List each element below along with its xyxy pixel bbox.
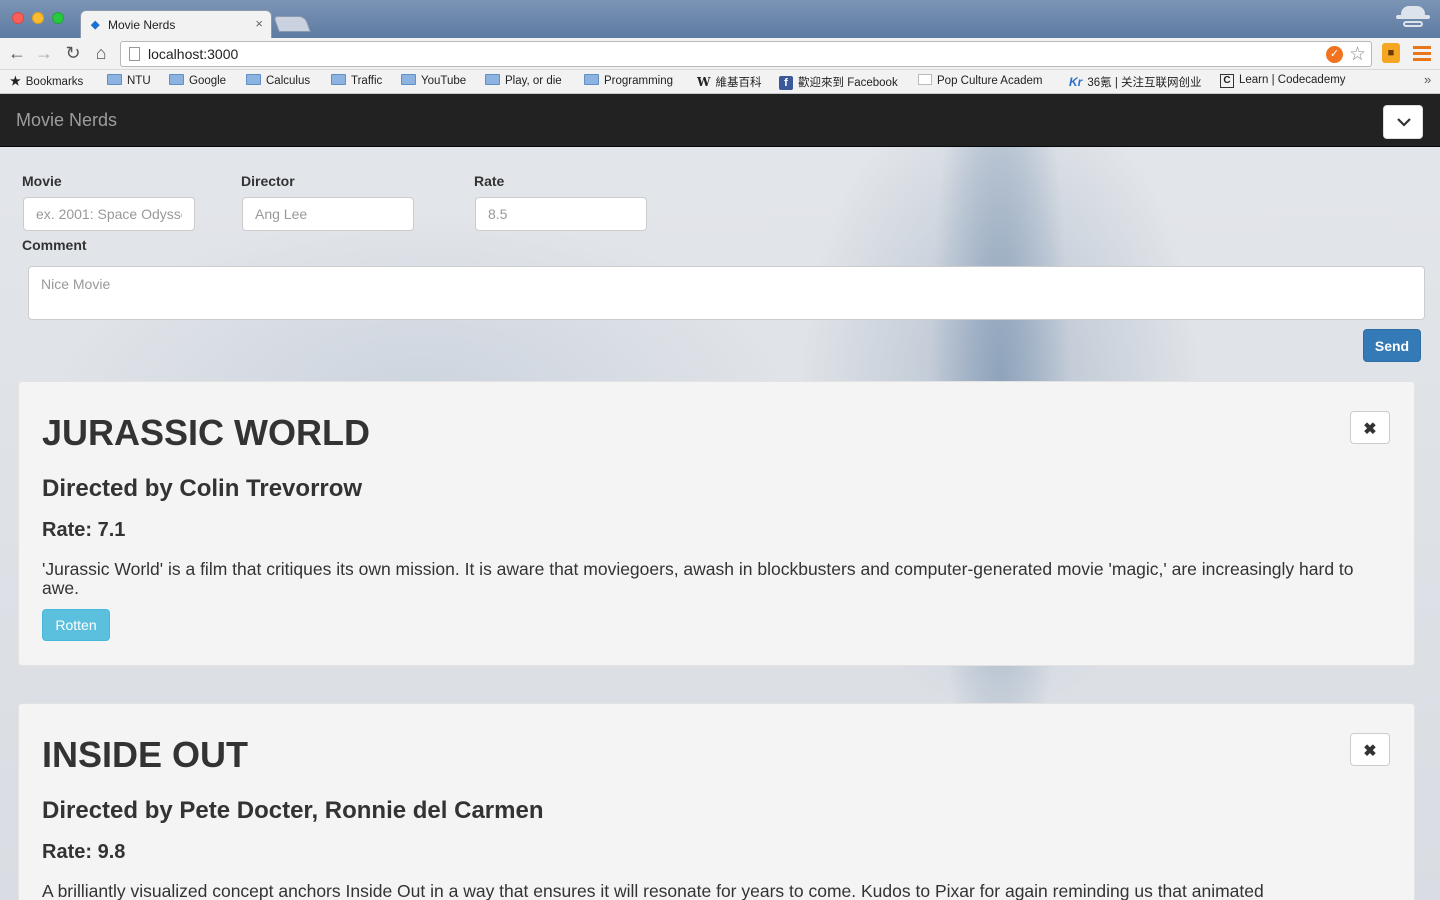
review-comment: A brilliantly visualized concept anchors… <box>42 882 1264 900</box>
bookmark-label: Google <box>189 75 227 87</box>
bookmark-label: YouTube <box>421 75 467 87</box>
bookmark-label: Traffic <box>351 75 383 87</box>
comment-textarea[interactable] <box>29 267 1424 319</box>
home-icon[interactable]: ⌂ <box>91 43 111 64</box>
bookmark-item[interactable]: ★ Bookmarks <box>10 74 83 88</box>
minimize-window-button[interactable] <box>32 12 44 24</box>
star-icon: ★ <box>10 74 21 88</box>
bookmark-item[interactable]: Programming <box>584 74 673 87</box>
close-icon: ✖ <box>1363 421 1377 438</box>
address-bar[interactable]: localhost:3000 ✓ ☆ <box>120 41 1372 67</box>
new-tab-button[interactable] <box>273 16 311 32</box>
movie-rate: Rate: 7.1 <box>42 519 126 541</box>
tab-title: Movie Nerds <box>108 18 176 32</box>
bookmark-item[interactable]: Play, or die <box>485 74 562 87</box>
url-text[interactable]: localhost:3000 <box>148 46 238 62</box>
rate-label: Rate <box>474 173 505 189</box>
bookmark-item[interactable]: Calculus <box>246 74 310 87</box>
zoom-window-button[interactable] <box>52 12 64 24</box>
send-button[interactable]: Send <box>1363 329 1421 362</box>
director-label: Director <box>241 173 295 189</box>
director-input[interactable] <box>243 198 413 230</box>
bookmarks-bar: ★ Bookmarks NTU Google Calculus Traffic Y… <box>0 70 1440 94</box>
chevron-down-icon <box>1397 118 1411 127</box>
bookmark-label: 36氪 | 关注互联网创业 <box>1087 77 1202 89</box>
bookmark-label: Play, or die <box>505 75 562 87</box>
bookmark-item[interactable]: NTU <box>107 74 151 87</box>
close-icon: ✖ <box>1363 743 1377 760</box>
rate-input[interactable] <box>476 198 646 230</box>
browser-tab[interactable]: ◆ Movie Nerds × <box>80 10 272 38</box>
bookmark-item[interactable]: Google <box>169 74 226 87</box>
bookmark-label: Bookmarks <box>25 76 84 88</box>
folder-icon <box>107 74 122 85</box>
folder-icon <box>584 74 599 85</box>
navbar-toggle-button[interactable] <box>1383 105 1423 139</box>
bookmark-item[interactable]: f 歡迎來到 Facebook <box>779 74 898 90</box>
bookmark-item[interactable]: C Learn | Codecademy <box>1220 74 1346 88</box>
tab-strip: ◆ Movie Nerds × <box>0 0 1440 38</box>
wikipedia-icon: W <box>697 75 711 89</box>
bookmark-item[interactable]: YouTube <box>401 74 466 87</box>
kr-icon: Kr <box>1069 75 1083 89</box>
page-icon <box>129 47 140 61</box>
folder-icon <box>246 74 261 85</box>
close-window-button[interactable] <box>12 12 24 24</box>
movie-field-wrap <box>23 197 195 231</box>
navbar-brand[interactable]: Movie Nerds <box>16 110 117 131</box>
folder-icon <box>401 74 416 85</box>
movie-director: Directed by Colin Trevorrow <box>42 475 363 502</box>
bookmark-label: Pop Culture Academ <box>937 75 1043 87</box>
delete-review-button[interactable]: ✖ <box>1350 733 1390 766</box>
folder-icon <box>485 74 500 85</box>
folder-icon <box>331 74 346 85</box>
review-card: JURASSIC WORLD ✖ Directed by Colin Trevo… <box>18 381 1415 666</box>
director-field-wrap <box>242 197 414 231</box>
movie-rate: Rate: 9.8 <box>42 841 126 863</box>
facebook-icon: f <box>779 76 793 90</box>
movie-director: Directed by Pete Docter, Ronnie del Carm… <box>42 797 544 824</box>
comment-field-wrap <box>28 266 1425 320</box>
bookmark-item[interactable]: W 維基百科 <box>697 74 761 90</box>
verdict-button[interactable]: Rotten <box>42 609 110 641</box>
rate-field-wrap <box>475 197 647 231</box>
comment-label: Comment <box>22 237 87 253</box>
bookmark-item[interactable]: Pop Culture Academ <box>918 74 1042 87</box>
bookmark-star-icon[interactable]: ☆ <box>1349 43 1366 66</box>
browser-toolbar: ← → ↻ ⌂ localhost:3000 ✓ ☆ ■ <box>0 38 1440 70</box>
bookmark-label: Learn | Codecademy <box>1239 74 1346 86</box>
tab-favicon-icon: ◆ <box>91 19 100 31</box>
extension-badge-icon[interactable]: ■ <box>1382 43 1400 63</box>
bookmark-label: 歡迎來到 Facebook <box>798 77 898 89</box>
incognito-icon <box>1396 4 1430 34</box>
bookmark-label: NTU <box>127 75 151 87</box>
page-content: Movie Nerds Movie Director Rate Comment … <box>0 94 1440 900</box>
movie-title: INSIDE OUT <box>42 734 249 775</box>
tab-close-icon[interactable]: × <box>255 16 263 31</box>
bookmark-item[interactable]: Kr 36氪 | 关注互联网创业 <box>1069 74 1202 90</box>
back-arrow-icon[interactable]: ← <box>7 43 27 64</box>
bookmark-item[interactable]: Traffic <box>331 74 382 87</box>
codecademy-icon: C <box>1220 74 1234 88</box>
forward-arrow-icon[interactable]: → <box>34 43 54 64</box>
movie-input[interactable] <box>24 198 194 230</box>
folder-icon <box>169 74 184 85</box>
navbar: Movie Nerds <box>0 94 1440 147</box>
reload-icon[interactable]: ↻ <box>63 43 83 64</box>
delete-review-button[interactable]: ✖ <box>1350 411 1390 444</box>
review-card: INSIDE OUT ✖ Directed by Pete Docter, Ro… <box>18 703 1415 900</box>
page-icon <box>918 74 932 85</box>
bookmark-label: 維基百科 <box>715 77 762 89</box>
review-comment: 'Jurassic World' is a film that critique… <box>42 559 1354 598</box>
bookmark-label: Calculus <box>266 75 311 87</box>
bookmark-label: Programming <box>604 75 674 87</box>
extension-icon[interactable]: ✓ <box>1326 46 1343 63</box>
more-bookmarks-icon[interactable]: » <box>1424 72 1431 87</box>
browser-menu-icon[interactable] <box>1413 43 1431 63</box>
movie-label: Movie <box>22 173 62 189</box>
movie-title: JURASSIC WORLD <box>42 412 371 453</box>
